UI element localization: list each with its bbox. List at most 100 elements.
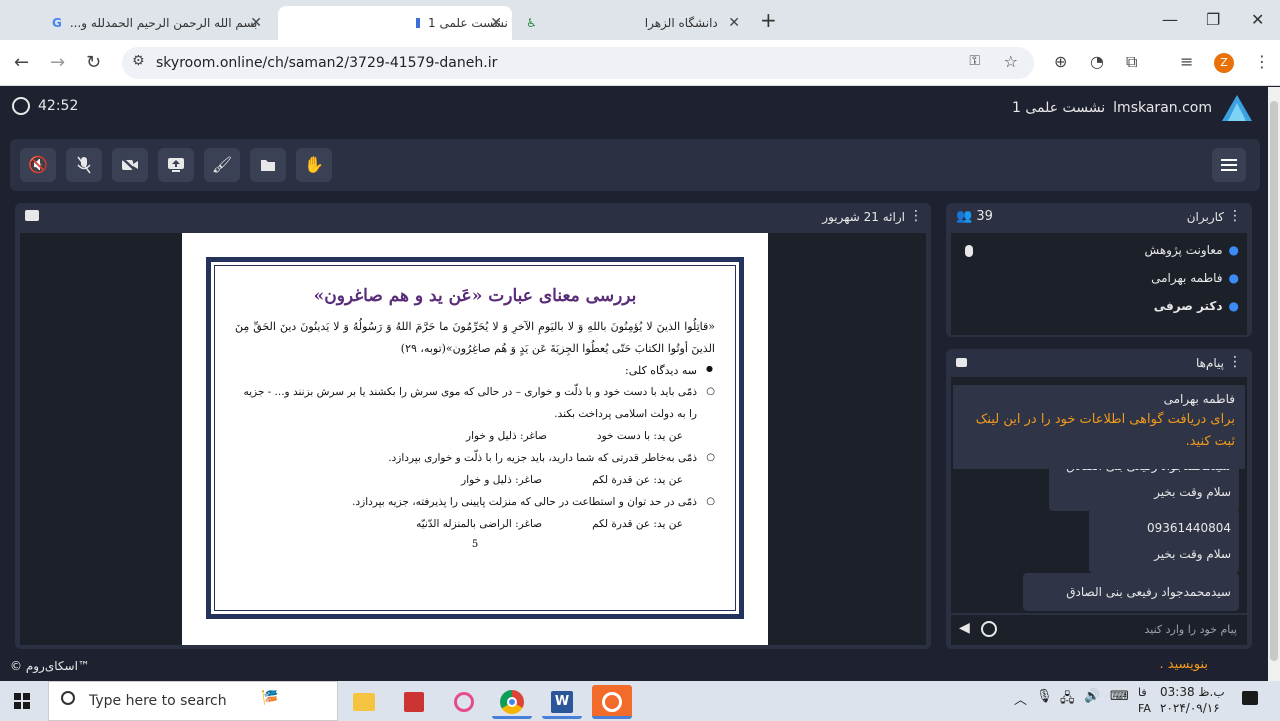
- presentation-panel: ارائه 21 شهریور ⋮ بررسی معنای عبارت «عَن…: [15, 203, 931, 649]
- users-group-icon: 👥: [956, 209, 973, 224]
- users-title: کاربران: [1186, 210, 1224, 224]
- tray-expand-icon[interactable]: ︿: [1014, 689, 1027, 708]
- emoji-icon[interactable]: [981, 621, 997, 637]
- extension-icon[interactable]: ⊕: [1054, 52, 1067, 71]
- chat-icon: [956, 358, 967, 367]
- user-name: فاطمه بهرامی: [1151, 271, 1223, 285]
- presentation-viewport: بررسی معنای عبارت «عَن ید و هم صاغرون» «…: [20, 233, 926, 645]
- reload-icon[interactable]: ↻: [86, 52, 101, 73]
- google-icon: G: [52, 16, 62, 30]
- user-name: معاونت پژوهش: [1144, 243, 1223, 257]
- tab-label: بسم الله الرحمن الرحیم الحمدلله و...: [69, 16, 258, 30]
- user-item[interactable]: ● فاطمه بهرامی: [1151, 271, 1239, 285]
- close-window-icon[interactable]: ✕: [1251, 10, 1264, 29]
- search-icon: [61, 691, 75, 705]
- presentation-menu-icon[interactable]: ⋮: [909, 208, 923, 224]
- url-box[interactable]: ⚙ skyroom.online/ch/saman2/3729-41579-da…: [122, 47, 1034, 79]
- mic-muted-icon[interactable]: [66, 148, 102, 182]
- messages-header: پیام‌ها ⋮: [946, 349, 1252, 377]
- message-input[interactable]: پیام خود را وارد کنید: [1144, 623, 1237, 636]
- announcement-sender: فاطمه بهرامی: [1163, 392, 1235, 406]
- url-text[interactable]: skyroom.online/ch/saman2/3729-41579-dane…: [156, 55, 497, 71]
- back-icon[interactable]: ←: [14, 52, 29, 73]
- send-icon[interactable]: ◀: [959, 620, 970, 636]
- maximize-icon[interactable]: ❐: [1206, 10, 1220, 29]
- camera-off-icon[interactable]: [112, 148, 148, 182]
- tab-alzahra[interactable]: ♿ دانشگاه الزهرا ✕: [516, 6, 750, 40]
- notification-icon[interactable]: [1242, 691, 1258, 705]
- slide-item: ذمّی در حد توان و استطاعت در حالی که منز…: [235, 491, 715, 513]
- brush-icon[interactable]: 🖌: [204, 148, 240, 182]
- message-input-row: ◀ پیام خود را وارد کنید: [951, 615, 1247, 645]
- messages-title: پیام‌ها: [1195, 356, 1224, 370]
- skyroom-app: 42:52 نشست علمی 1 lmskaran.com 🔇 🖌 ✋ ارا…: [0, 87, 1268, 681]
- snipping-tool-icon[interactable]: [444, 685, 484, 719]
- media-queue-icon[interactable]: ≡: [1180, 52, 1193, 71]
- hamburger-menu-button[interactable]: [1212, 148, 1246, 182]
- app-badge-icon[interactable]: [592, 685, 632, 719]
- pair-b: صاغر: ذلیل و خوار: [466, 430, 547, 442]
- slide-item: ذمّی باید با دست خود و با ذلّت و خواری –…: [235, 381, 715, 425]
- messages-menu-icon[interactable]: ⋮: [1228, 354, 1242, 370]
- scrollbar-thumb[interactable]: [1270, 101, 1278, 661]
- slide-content: بررسی معنای عبارت «عَن ید و هم صاغرون» «…: [214, 265, 736, 611]
- search-highlight-icon: 🎏: [261, 690, 279, 706]
- slide-item-pair: عن ید: عن قدرة لکم صاغر: ذلیل و خوار: [235, 469, 715, 491]
- network-icon[interactable]: 🖧: [1060, 689, 1075, 711]
- copyright-text: © اسکای‌روم™: [10, 659, 90, 673]
- screen-share-icon[interactable]: [158, 148, 194, 182]
- user-icon: ●: [1228, 271, 1239, 285]
- folder-icon[interactable]: [250, 148, 286, 182]
- slide: بررسی معنای عبارت «عَن ید و هم صاغرون» «…: [182, 233, 768, 645]
- ime-icon[interactable]: ⌨: [1110, 689, 1129, 704]
- tab-skyroom[interactable]: اسکای‌روم - نشست علمی 1 ✕: [278, 6, 512, 40]
- message-text: سلام وقت بخیر: [1154, 485, 1231, 499]
- page-scrollbar[interactable]: [1268, 87, 1280, 681]
- extension-icon[interactable]: ◔: [1090, 52, 1104, 71]
- close-tab-icon[interactable]: ✕: [728, 15, 740, 31]
- language-indicator[interactable]: فا FA: [1138, 685, 1151, 717]
- message-text: سلام وقت بخیر: [1154, 547, 1231, 561]
- profile-avatar[interactable]: Z: [1214, 53, 1234, 73]
- user-item[interactable]: ● دکتر صرفی: [1154, 299, 1239, 313]
- speaker-muted-icon[interactable]: 🔇: [20, 148, 56, 182]
- message-sender: 09361440804: [1147, 521, 1231, 535]
- minimize-icon[interactable]: —: [1162, 10, 1178, 29]
- presentation-header: ارائه 21 شهریور ⋮: [15, 203, 931, 233]
- folder-icon[interactable]: [25, 210, 39, 221]
- word-icon[interactable]: W: [542, 685, 582, 719]
- browser-menu-icon[interactable]: ⋮: [1254, 52, 1270, 71]
- brand-name: lmskaran.com: [1113, 100, 1212, 116]
- forward-icon[interactable]: →: [50, 52, 65, 73]
- message-item: 09361440804 سلام وقت بخیر: [1089, 509, 1239, 573]
- mic-icon: [965, 245, 973, 257]
- users-header: 👥 39 کاربران ⋮: [946, 203, 1252, 231]
- new-tab-button[interactable]: +: [760, 8, 777, 32]
- clock-date: ۲۰۲۴/۰۹/۱۶: [1160, 701, 1220, 715]
- bookmark-star-icon[interactable]: ☆: [1004, 52, 1018, 71]
- users-panel: 👥 39 کاربران ⋮ ● معاونت پژوهش ● فاطمه به…: [946, 203, 1252, 337]
- taskbar-clock[interactable]: ب.ظ 03:38 ۲۰۲۴/۰۹/۱۶: [1160, 684, 1225, 716]
- file-explorer-icon[interactable]: [344, 685, 384, 719]
- lang-fa-latin: FA: [1138, 702, 1151, 715]
- close-tab-icon[interactable]: ✕: [250, 15, 262, 31]
- close-tab-icon[interactable]: ✕: [490, 15, 502, 31]
- lang-fa: فا: [1138, 686, 1147, 699]
- extensions-puzzle-icon[interactable]: ⧉: [1126, 52, 1137, 72]
- raise-hand-icon[interactable]: ✋: [296, 148, 332, 182]
- taskbar-search[interactable]: Type here to search 🎏: [48, 681, 338, 721]
- session-timer: 42:52: [12, 97, 78, 115]
- overflow-message-text: بنویسید .: [1159, 657, 1208, 672]
- users-menu-icon[interactable]: ⋮: [1228, 208, 1242, 224]
- volume-icon[interactable]: 🔊: [1084, 689, 1100, 704]
- user-item[interactable]: ● معاونت پژوهش: [1145, 243, 1239, 257]
- presentation-app-icon[interactable]: [394, 685, 434, 719]
- slide-item-pair: عن ید: با دست خود صاغر: ذلیل و خوار: [235, 425, 715, 447]
- windows-start-icon[interactable]: [14, 693, 30, 709]
- clock-icon: [12, 97, 30, 115]
- key-icon[interactable]: ⚿: [969, 53, 980, 69]
- tab-google[interactable]: G بسم الله الرحمن الرحیم الحمدلله و... ✕: [42, 6, 272, 40]
- tray-mic-icon[interactable]: 🎙: [1036, 689, 1053, 704]
- chrome-icon[interactable]: [492, 685, 532, 719]
- site-settings-icon[interactable]: ⚙: [132, 53, 145, 69]
